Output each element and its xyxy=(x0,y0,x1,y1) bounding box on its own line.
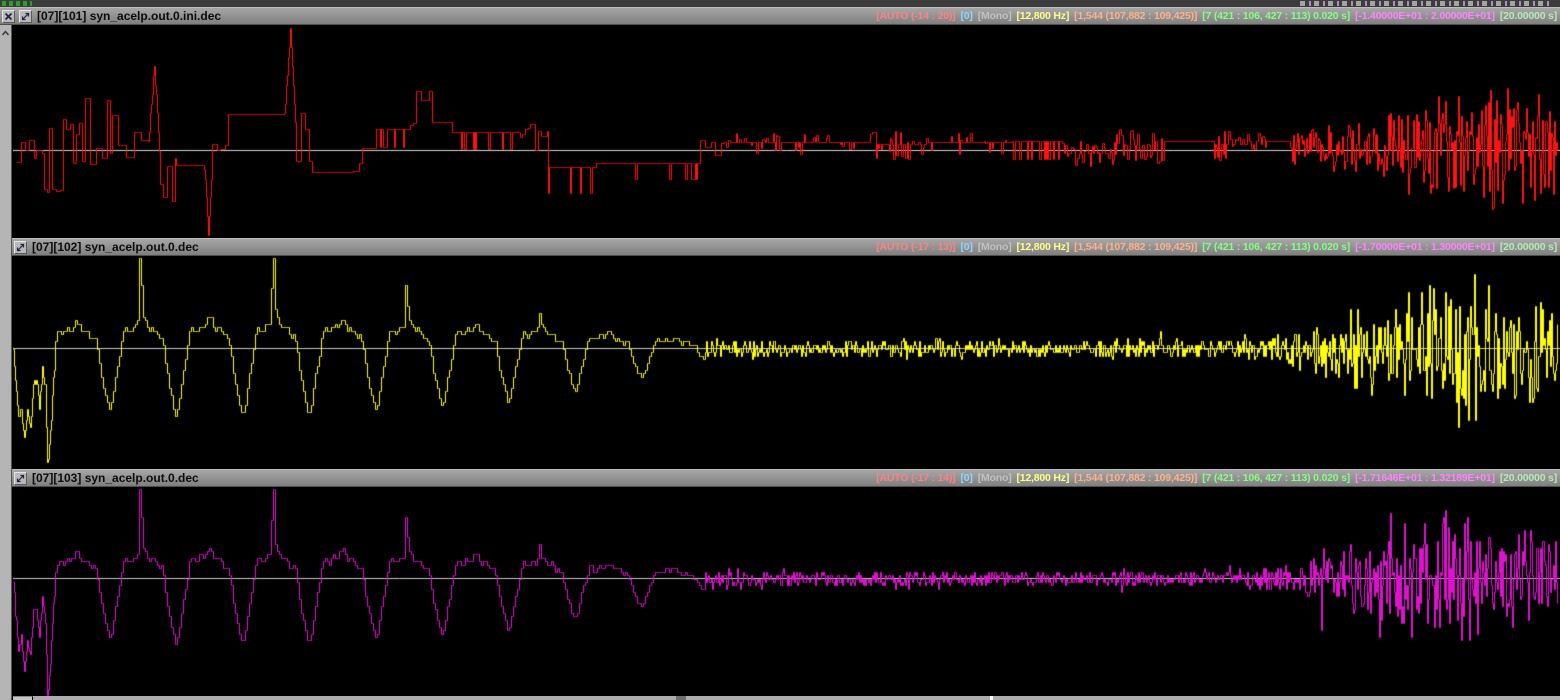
app-window: [07][101] syn_acelp.out.0.ini.dec [AUTO … xyxy=(0,0,1560,700)
status-badge: [12,800 Hz] xyxy=(1016,241,1069,253)
panel-title: [07][101] syn_acelp.out.0.ini.dec xyxy=(37,9,221,23)
h-scroll-divider xyxy=(676,696,686,700)
clipped-top-row xyxy=(0,0,1560,7)
status-badge: [7 (421 : 106, 427 : 113) 0.020 s] xyxy=(1202,472,1350,484)
status-badge: [12,800 Hz] xyxy=(1016,472,1069,484)
status-badge: [0] xyxy=(960,10,972,22)
fit-range-button[interactable] xyxy=(14,472,27,485)
h-scroll-left-button[interactable] xyxy=(13,696,33,700)
panel-title: [07][103] syn_acelp.out.0.dec xyxy=(32,471,199,485)
status-badge: [-1.40000E+01 : 2.00000E+01] xyxy=(1355,10,1495,22)
status-badge: [1,544 (107,882 : 109,425)] xyxy=(1074,10,1197,22)
h-scroll-thumb[interactable] xyxy=(990,696,993,700)
status-badges: [AUTO (-17 : 14)] [0] [Mono] [12,800 Hz] [1,… xyxy=(876,470,1557,486)
clipped-text-remnant-left xyxy=(2,1,32,6)
waveform-pane-103[interactable] xyxy=(13,487,1560,696)
status-badge: [20.00000 s] xyxy=(1500,472,1557,484)
status-badge: [AUTO (-17 : 14)] xyxy=(876,472,955,484)
status-badge: [Mono] xyxy=(978,241,1012,253)
status-badge: [-1.70000E+01 : 1.30000E+01] xyxy=(1355,241,1495,253)
close-icon xyxy=(4,12,13,21)
fit-range-button[interactable] xyxy=(14,241,27,254)
status-badge: [20.00000 s] xyxy=(1500,10,1557,22)
panel-title: [07][102] syn_acelp.out.0.dec xyxy=(32,240,199,254)
status-badge: [Mono] xyxy=(978,472,1012,484)
waveform-canvas-101[interactable] xyxy=(13,25,1560,238)
waveform-pane-101[interactable] xyxy=(13,25,1560,238)
clipped-text-remnant-right xyxy=(1300,1,1550,6)
panel-titlebar-102[interactable]: [07][102] syn_acelp.out.0.dec [AUTO (-17… xyxy=(12,238,1560,256)
status-badge: [0] xyxy=(960,472,972,484)
status-badges: [AUTO (-14 : 20)] [0] [Mono] [12,800 Hz] [1,… xyxy=(876,8,1557,24)
fit-range-icon xyxy=(15,473,26,484)
status-badge: [0] xyxy=(960,241,972,253)
fit-range-button[interactable] xyxy=(19,10,32,23)
status-badge: [AUTO (-17 : 13)] xyxy=(876,241,955,253)
fit-range-icon xyxy=(15,242,26,253)
status-badges: [AUTO (-17 : 13)] [0] [Mono] [12,800 Hz] [1,… xyxy=(876,239,1557,255)
close-button[interactable] xyxy=(2,10,15,23)
waveform-pane-102[interactable] xyxy=(13,256,1560,469)
status-badge: [20.00000 s] xyxy=(1500,241,1557,253)
status-badge: [7 (421 : 106, 427 : 113) 0.020 s] xyxy=(1202,10,1350,22)
status-badge: [1,544 (107,882 : 109,425)] xyxy=(1074,241,1197,253)
status-badge: [1,544 (107,882 : 109,425)] xyxy=(1074,472,1197,484)
fit-range-icon xyxy=(20,11,31,22)
vertical-scrollbar[interactable] xyxy=(0,25,12,700)
status-badge: [7 (421 : 106, 427 : 113) 0.020 s] xyxy=(1202,241,1350,253)
waveform-canvas-103[interactable] xyxy=(13,487,1560,696)
waveform-canvas-102[interactable] xyxy=(13,256,1560,469)
panel-titlebar-101[interactable]: [07][101] syn_acelp.out.0.ini.dec [AUTO … xyxy=(0,7,1560,25)
status-badge: [AUTO (-14 : 20)] xyxy=(876,10,955,22)
panel-titlebar-103[interactable]: [07][103] syn_acelp.out.0.dec [AUTO (-17… xyxy=(12,469,1560,487)
scroll-up-icon[interactable] xyxy=(0,28,11,38)
status-badge: [-1.71646E+01 : 1.32189E+01] xyxy=(1355,472,1495,484)
status-badge: [12,800 Hz] xyxy=(1016,10,1069,22)
horizontal-scrollbar[interactable] xyxy=(13,696,1560,700)
status-badge: [Mono] xyxy=(978,10,1012,22)
